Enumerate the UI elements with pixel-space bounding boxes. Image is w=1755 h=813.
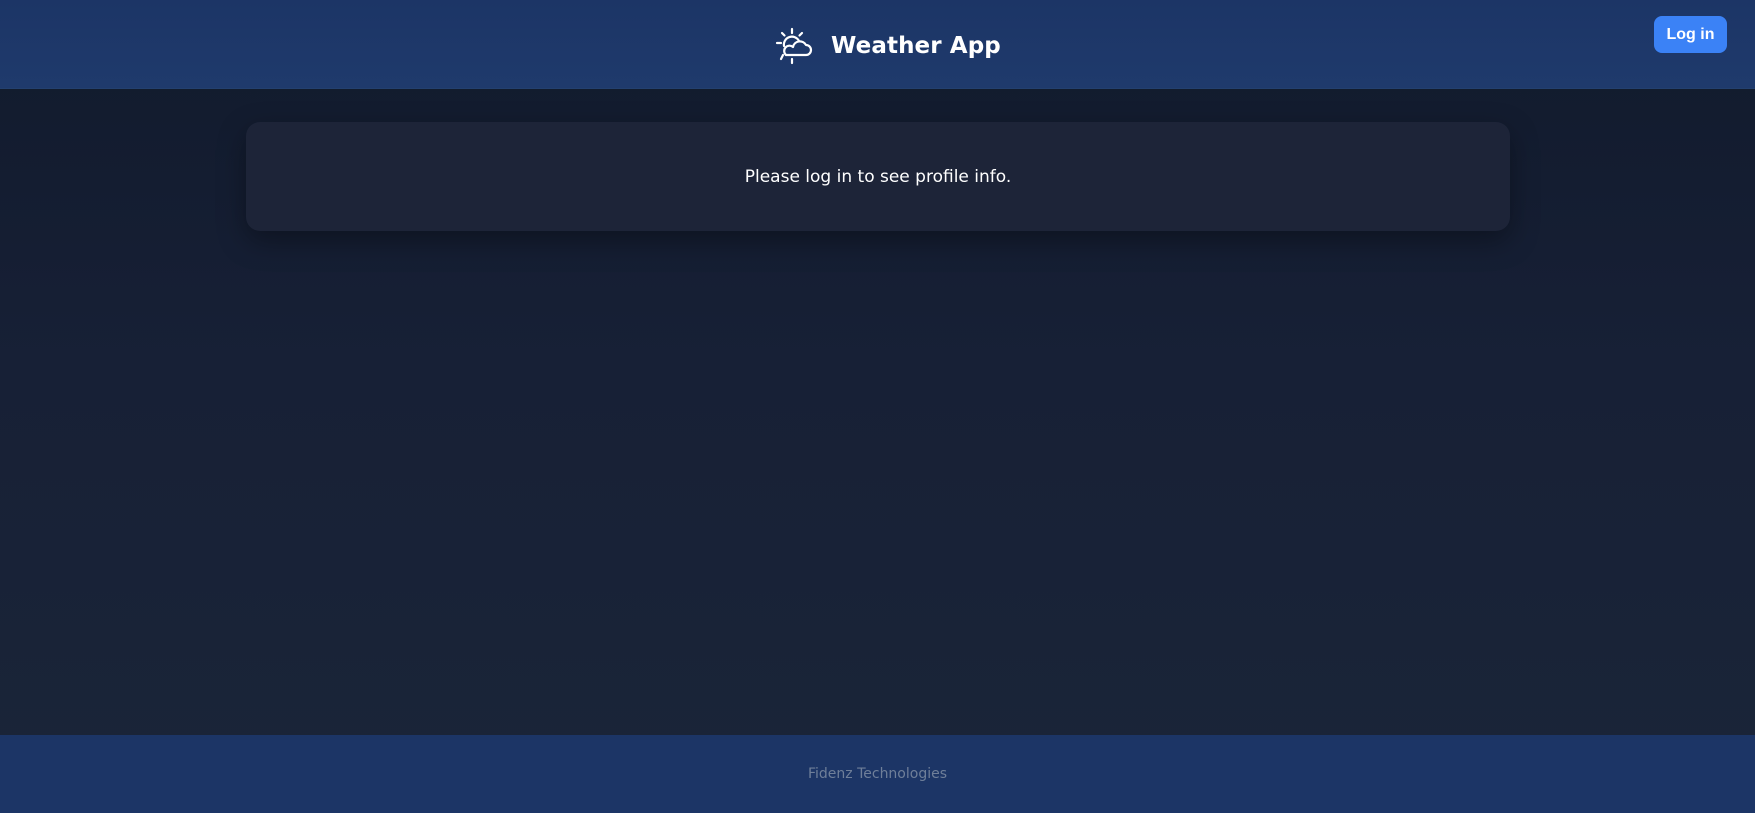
footer-company-name: Fidenz Technologies bbox=[807, 766, 948, 782]
app-footer: Fidenz Technologies bbox=[0, 735, 1755, 813]
app-header: Weather App Log in bbox=[0, 0, 1755, 89]
app-title: Weather App bbox=[831, 33, 1001, 59]
profile-card: Please log in to see profile info. bbox=[246, 122, 1510, 231]
login-prompt-message: Please log in to see profile info. bbox=[744, 166, 1012, 187]
sun-cloud-icon bbox=[774, 26, 814, 66]
login-button[interactable]: Log in bbox=[1654, 16, 1727, 53]
brand: Weather App bbox=[774, 24, 1001, 68]
